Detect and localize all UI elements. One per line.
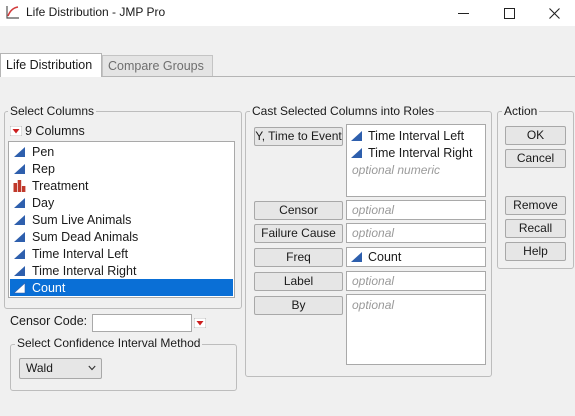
columns-dropdown-icon[interactable] — [10, 126, 22, 136]
jmp-app-icon — [6, 6, 19, 19]
continuous-icon — [14, 197, 25, 208]
column-item-label: Day — [32, 195, 55, 210]
column-item-treatment[interactable]: Treatment — [10, 177, 233, 194]
minimize-icon — [457, 12, 469, 14]
continuous-icon — [351, 252, 362, 262]
column-item-time-interval-right[interactable]: Time Interval Right — [10, 262, 233, 279]
help-button[interactable]: Help — [505, 242, 566, 261]
continuous-icon — [13, 281, 26, 293]
by-button[interactable]: By — [254, 296, 343, 315]
tab-compare-groups[interactable]: Compare Groups — [102, 55, 213, 76]
censor-target[interactable]: optional — [346, 200, 486, 220]
ci-method-value: Wald — [26, 361, 53, 375]
column-item-label: Pen — [32, 144, 55, 159]
close-button[interactable] — [531, 0, 575, 26]
continuous-icon — [14, 248, 25, 259]
select-columns-title: Select Columns — [8, 104, 97, 118]
column-item-label: Rep — [32, 161, 55, 176]
column-item-rep[interactable]: Rep — [10, 160, 233, 177]
censor-button[interactable]: Censor — [254, 201, 343, 220]
column-item-label: Time Interval Left — [32, 246, 129, 261]
role-item-label: Time Interval Left — [368, 129, 465, 143]
ci-method-title: Select Confidence Interval Method — [15, 336, 203, 350]
column-item-label: Treatment — [32, 178, 89, 193]
label-target[interactable]: optional — [346, 271, 486, 291]
failure-cause-target[interactable]: optional — [346, 223, 486, 243]
column-item-sum-live-animals[interactable]: Sum Live Animals — [10, 211, 233, 228]
column-item-label: Count — [32, 280, 66, 295]
y-placeholder: optional numeric — [352, 163, 441, 177]
by-placeholder: optional — [352, 298, 395, 312]
column-item-count[interactable]: Count — [10, 279, 233, 296]
censor-placeholder: optional — [352, 203, 395, 217]
censor-code-label: Censor Code: — [10, 314, 88, 328]
cast-roles-title: Cast Selected Columns into Roles — [250, 104, 437, 118]
role-item-label: Count — [368, 250, 402, 264]
freq-target[interactable]: Count — [346, 247, 486, 267]
close-icon — [548, 7, 560, 19]
by-target[interactable]: optional — [346, 294, 486, 365]
role-item-label: Time Interval Right — [368, 146, 473, 160]
cancel-button[interactable]: Cancel — [505, 149, 566, 168]
column-item-pen[interactable]: Pen — [10, 143, 233, 160]
window-title: Life Distribution - JMP Pro — [26, 5, 166, 19]
maximize-button[interactable] — [486, 0, 532, 26]
nominal-icon — [13, 179, 26, 192]
column-item-label: Sum Live Animals — [32, 212, 132, 227]
tab-life-distribution[interactable]: Life Distribution — [0, 53, 102, 77]
column-item-label: Time Interval Right — [32, 263, 137, 278]
failure-cause-button[interactable]: Failure Cause — [254, 224, 343, 243]
remove-button[interactable]: Remove — [505, 196, 566, 215]
column-item-day[interactable]: Day — [10, 194, 233, 211]
column-item-time-interval-left[interactable]: Time Interval Left — [10, 245, 233, 262]
continuous-icon — [351, 148, 362, 158]
column-count-label: 9 Columns — [25, 124, 85, 138]
maximize-icon — [503, 7, 515, 19]
label-button[interactable]: Label — [254, 272, 343, 291]
continuous-icon — [14, 163, 25, 174]
role-item-time-interval-right[interactable]: Time Interval Right — [350, 146, 472, 160]
minimize-button[interactable] — [440, 0, 486, 26]
role-item-count[interactable]: Count — [350, 250, 401, 264]
y-time-to-event-target[interactable]: Time Interval Left Time Interval Right o… — [346, 124, 486, 197]
continuous-icon — [14, 265, 25, 276]
recall-button[interactable]: Recall — [505, 219, 566, 238]
censor-code-input[interactable] — [92, 314, 192, 332]
continuous-icon — [14, 146, 25, 157]
column-item-label: Sum Dead Animals — [32, 229, 139, 244]
continuous-icon — [351, 131, 362, 141]
role-item-time-interval-left[interactable]: Time Interval Left — [350, 129, 464, 143]
freq-button[interactable]: Freq — [254, 248, 343, 267]
column-list[interactable]: Pen Rep Treatment Day Sum Live Animals S… — [8, 141, 235, 298]
failure-cause-placeholder: optional — [352, 226, 395, 240]
label-placeholder: optional — [352, 274, 395, 288]
continuous-icon — [14, 231, 25, 242]
column-item-sum-dead-animals[interactable]: Sum Dead Animals — [10, 228, 233, 245]
continuous-icon — [14, 214, 25, 225]
ok-button[interactable]: OK — [505, 126, 566, 145]
censor-code-dropdown-icon[interactable] — [194, 318, 206, 328]
y-time-to-event-button[interactable]: Y, Time to Event — [254, 127, 343, 146]
chevron-down-icon[interactable] — [88, 365, 96, 371]
action-title: Action — [502, 104, 540, 118]
